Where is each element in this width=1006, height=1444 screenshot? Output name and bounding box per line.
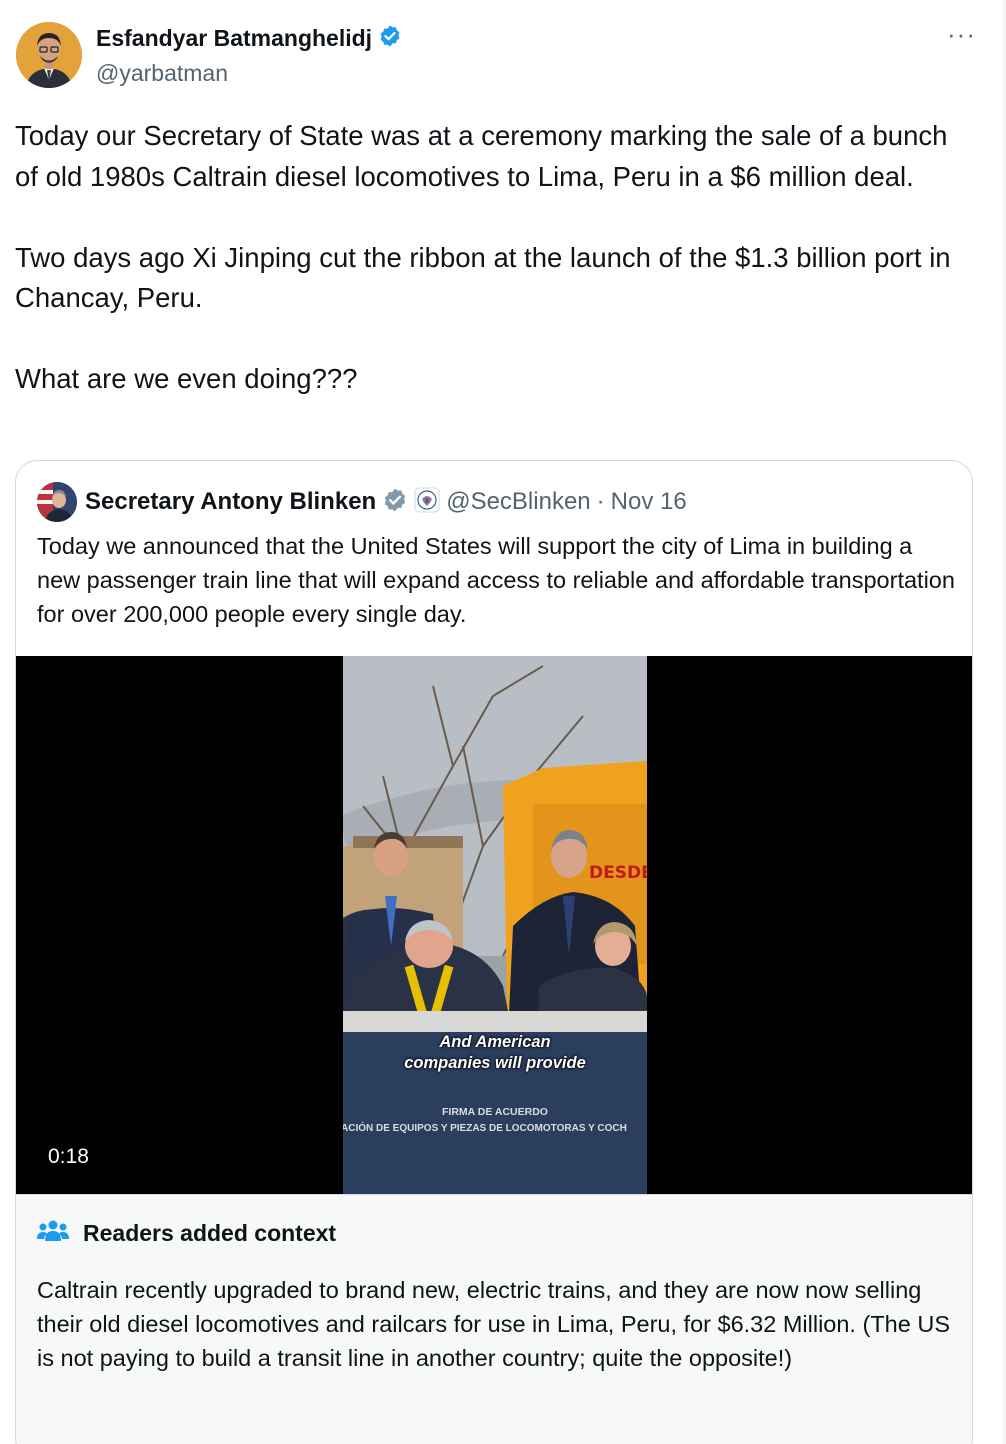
video-banner-subtitle: ACIÓN DE EQUIPOS Y PIEZAS DE LOCOMOTORAS… <box>343 1123 627 1134</box>
more-options-icon[interactable]: ··· <box>947 21 976 47</box>
quoted-author-display-name[interactable]: Secretary Antony Blinken <box>85 488 376 516</box>
quoted-author-avatar[interactable] <box>37 482 77 522</box>
video-caption: And American companies will provide <box>343 1032 647 1074</box>
author-display-name[interactable]: Esfandyar Batmanghelidj <box>96 25 372 52</box>
video-thumbnail[interactable]: DESDE EL <box>343 656 647 1194</box>
tweet-text: Today our Secretary of State was at a ce… <box>15 120 951 394</box>
verified-government-badge-icon[interactable] <box>382 487 408 518</box>
quoted-tweet-header: Secretary Antony Blinken @SecBlinken · N… <box>37 481 687 523</box>
community-notes: Readers added context Caltrain recently … <box>16 1194 972 1444</box>
us-seal-affiliation-icon[interactable] <box>414 487 440 518</box>
video-duration: 0:18 <box>38 1143 99 1171</box>
video-player[interactable]: DESDE EL <box>16 656 972 1194</box>
readers-context-title: Readers added context <box>83 1220 337 1246</box>
quoted-dot-separator: · <box>596 488 605 515</box>
quoted-author-handle[interactable]: @SecBlinken <box>446 488 590 516</box>
author-handle[interactable]: @yarbatman <box>96 60 228 87</box>
author-avatar[interactable] <box>16 22 82 88</box>
people-icon <box>37 1219 69 1248</box>
quoted-timestamp[interactable]: Nov 16 <box>611 488 687 516</box>
tweet-header: Esfandyar Batmanghelidj @yarbatman ··· <box>16 21 976 92</box>
video-caption-line: companies will provide <box>404 1054 586 1072</box>
video-banner-title: FIRMA DE ACUERDO <box>442 1106 548 1118</box>
quoted-tweet[interactable]: Secretary Antony Blinken @SecBlinken · N… <box>15 460 973 1444</box>
quoted-tweet-text: Today we announced that the United State… <box>37 533 955 627</box>
verified-badge-icon[interactable] <box>378 24 402 53</box>
locomotive-lettering: DESDE EL <box>589 863 647 883</box>
video-caption-line: And American <box>439 1033 551 1051</box>
readers-context-text: Caltrain recently upgraded to brand new,… <box>37 1277 950 1371</box>
